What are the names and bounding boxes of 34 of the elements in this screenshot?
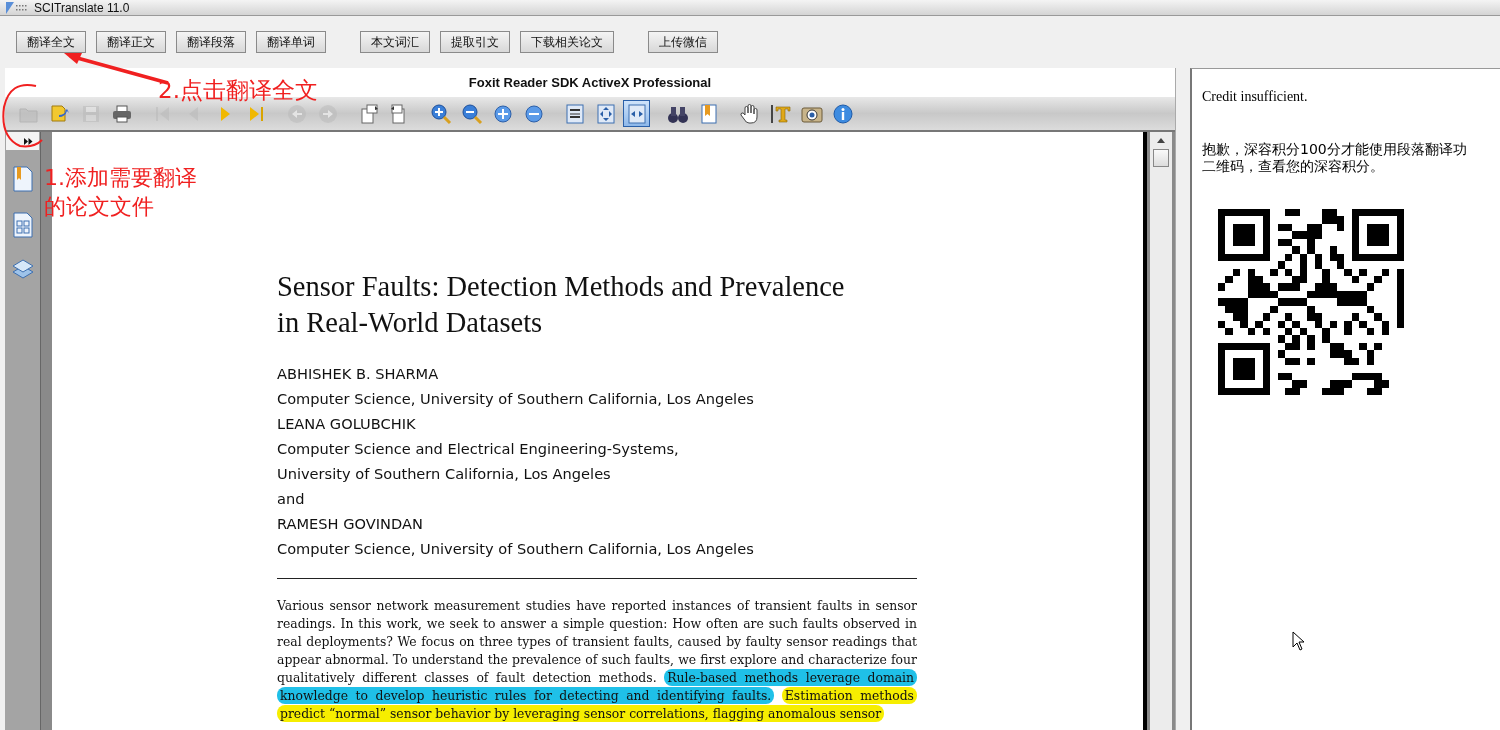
window-title: SCITranslate 11.0: [34, 0, 130, 15]
author-line: RAMESH GOVINDAN: [277, 514, 424, 534]
notice-text: 抱歉，深容积分100分才能使用段落翻译功: [1202, 141, 1468, 158]
annotation-text: 1.添加需要翻译: [44, 164, 197, 192]
author-line: and: [277, 489, 306, 509]
scrollbar[interactable]: [1150, 132, 1172, 730]
mouse-pointer-icon: [1292, 631, 1306, 651]
author-line: LEANA GOLUBCHIK: [277, 414, 417, 434]
author-line: University of Southern California, Los Angeles: [277, 464, 612, 484]
notice-text: 二维码，查看您的深容积分。: [1202, 158, 1385, 175]
toolbar-button[interactable]: 翻译正文: [96, 31, 166, 53]
author-line: Computer Science, University of Southern California, Los Angeles: [277, 389, 755, 409]
credit-message: Credit insufficient.: [1202, 89, 1309, 105]
expand-icon[interactable]: [24, 137, 33, 145]
toolbar-button[interactable]: 本文词汇: [360, 31, 430, 53]
grip-icon: [6, 1, 28, 14]
scroll-up-icon[interactable]: [1157, 138, 1165, 143]
thumbnails-icon[interactable]: [11, 212, 34, 238]
paper-title: in Real-World Datasets: [277, 306, 544, 340]
toolbar-button[interactable]: 下载相关论文: [520, 31, 614, 53]
annotation-text: 的论文文件: [44, 193, 155, 221]
toolbar-button[interactable]: 提取引文: [440, 31, 510, 53]
toolbar-button[interactable]: 上传微信: [648, 31, 718, 53]
viewer-title: Foxit Reader SDK ActiveX Professional: [468, 75, 712, 90]
author-line: Computer Science, University of Southern California, Los Angeles: [277, 539, 755, 559]
toolbar-button[interactable]: 翻译单词: [256, 31, 326, 53]
author-line: Computer Science and Electrical Engineering-Systems,: [277, 439, 680, 459]
toolbar-button[interactable]: 翻译段落: [176, 31, 246, 53]
bookmark-page-icon[interactable]: [11, 166, 34, 192]
author-line: ABHISHEK B. SHARMA: [277, 364, 440, 384]
scroll-thumb[interactable]: [1153, 149, 1169, 167]
toolbar-button[interactable]: 翻译全文: [16, 31, 86, 53]
paper-title: Sensor Faults: Detection Methods and Prevalence: [277, 270, 846, 304]
abstract-paragraph: Various sensor network measurement studies have reported instances of transient faults in sensor readings. In this work, we seek to answer a simple question: How often are such faults observed in real deployments? We focus on three types of transient faults, caused by faulty sensor readings that appear abnormal. To understand the prevalence of such faults, we first explore and characterize four qualitatively different classes of fault detection methods. Rule-based methods leverage domain knowledge to develop heuristic rules for detecting and identifying faults. Estimation methods predict “normal” sensor behavior by leveraging sensor correlations, flagging anomalous sensor: [277, 597, 917, 723]
